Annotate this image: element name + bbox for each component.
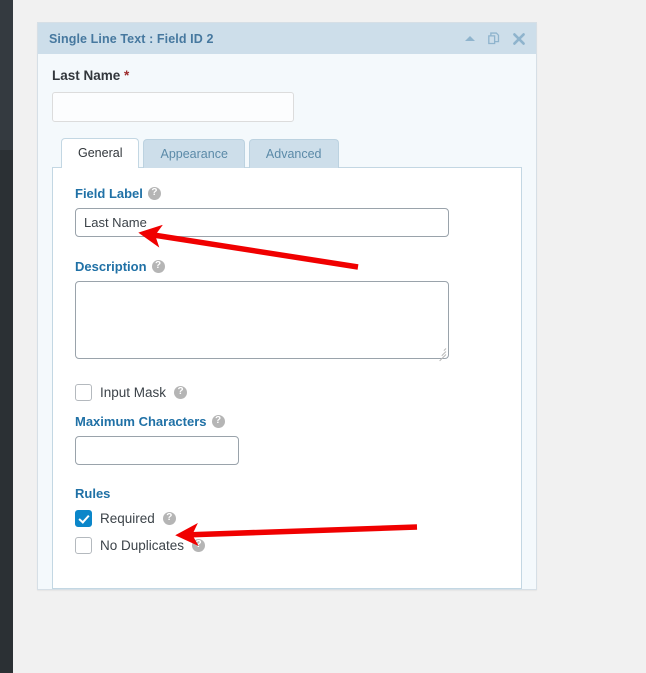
description-textarea-wrapper (75, 281, 449, 375)
admin-sidebar-top-segment (0, 0, 13, 150)
input-mask-label: Input Mask (100, 384, 167, 400)
required-checkbox[interactable] (75, 510, 92, 527)
help-icon-no-duplicates[interactable]: ? (192, 539, 206, 552)
collapse-icon[interactable] (465, 35, 475, 42)
admin-sidebar-bottom-segment (0, 150, 13, 673)
maximum-characters-label-text: Maximum Characters (75, 414, 207, 429)
setting-required[interactable]: Required ? (75, 510, 501, 527)
tab-appearance[interactable]: Appearance (143, 139, 245, 168)
field-preview: Last Name * (38, 54, 536, 138)
setting-no-duplicates[interactable]: No Duplicates ? (75, 537, 501, 554)
tab-panel-general: Field Label ? Description ? Input (52, 167, 522, 589)
duplicate-icon[interactable] (486, 31, 501, 46)
description-textarea[interactable] (75, 281, 449, 359)
help-icon-description[interactable]: ? (151, 260, 165, 273)
no-duplicates-checkbox[interactable] (75, 537, 92, 554)
input-mask-checkbox[interactable] (75, 384, 92, 401)
setting-description: Description ? (75, 259, 501, 380)
help-icon-field-label[interactable]: ? (147, 187, 161, 200)
setting-maximum-characters: Maximum Characters ? (75, 414, 501, 482)
setting-input-mask[interactable]: Input Mask ? (75, 384, 501, 401)
preview-text-input[interactable] (52, 92, 294, 122)
field-label-label-text: Field Label (75, 186, 143, 201)
help-icon-maximum-characters[interactable]: ? (211, 415, 225, 428)
tab-advanced[interactable]: Advanced (248, 139, 339, 168)
preview-field-label: Last Name * (52, 68, 520, 83)
required-label: Required (100, 510, 155, 526)
close-icon[interactable] (512, 32, 526, 46)
field-settings-panel: Single Line Text : Field ID 2 Last Name … (37, 22, 537, 590)
settings-tabs-wrapper: General Appearance Advanced Field Label … (38, 138, 536, 589)
field-label-label: Field Label ? (75, 186, 501, 201)
description-label: Description ? (75, 259, 501, 274)
maximum-characters-input[interactable] (75, 436, 239, 465)
required-asterisk: * (124, 68, 130, 83)
settings-tab-strip: General Appearance Advanced (52, 138, 522, 168)
panel-header: Single Line Text : Field ID 2 (38, 23, 536, 54)
panel-header-actions (465, 31, 526, 46)
field-label-input[interactable] (75, 208, 449, 237)
tab-general[interactable]: General (61, 138, 140, 168)
description-label-text: Description (75, 259, 147, 274)
no-duplicates-label: No Duplicates (100, 537, 185, 553)
setting-field-label: Field Label ? (75, 186, 501, 255)
panel-title: Single Line Text : Field ID 2 (49, 31, 214, 46)
help-icon-required[interactable]: ? (162, 512, 176, 525)
rules-heading: Rules (75, 486, 111, 501)
setting-rules: Rules Required ? No Duplicates ? (75, 486, 501, 554)
help-icon-input-mask[interactable]: ? (174, 386, 188, 399)
maximum-characters-label: Maximum Characters ? (75, 414, 501, 429)
admin-sidebar (0, 0, 13, 673)
preview-field-label-text: Last Name (52, 68, 121, 83)
